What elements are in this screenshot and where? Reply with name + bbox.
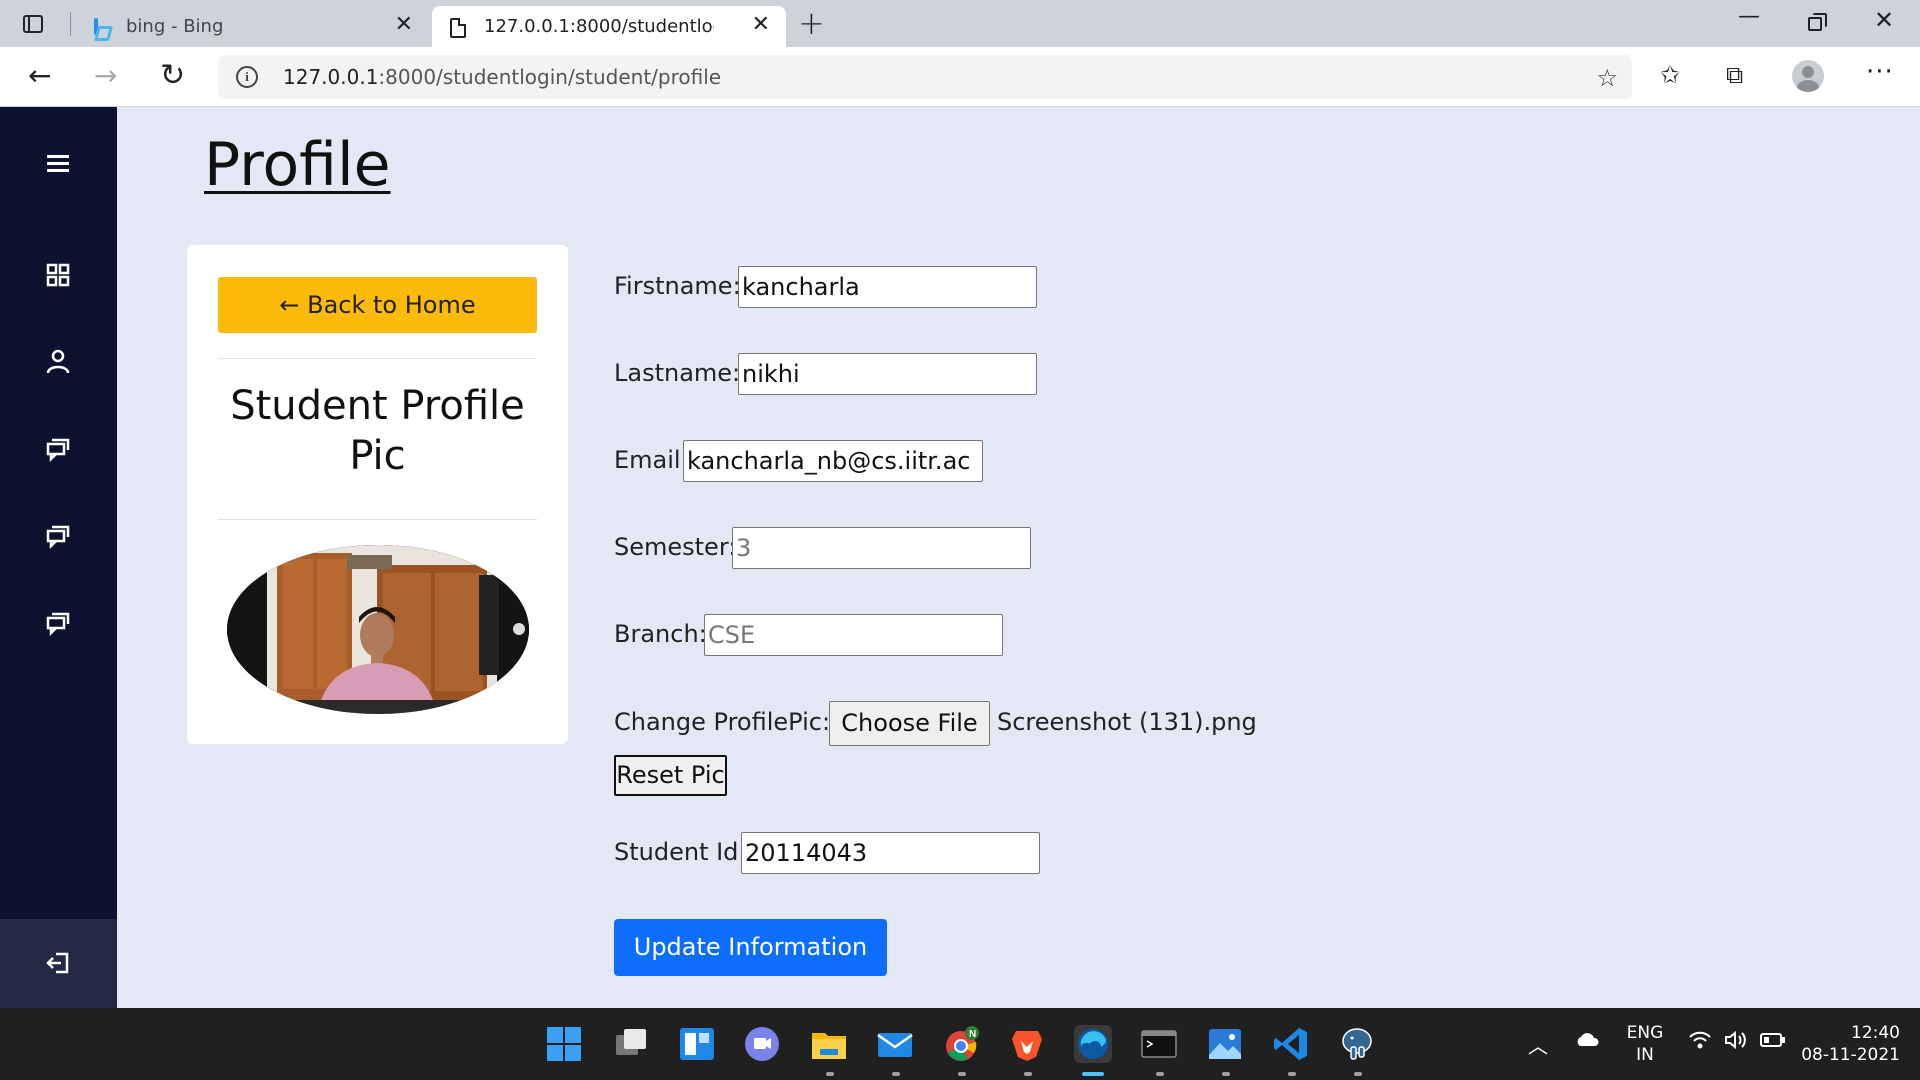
running-indicator: [1354, 1072, 1362, 1076]
page-favicon-icon: [450, 18, 468, 38]
chrome-icon[interactable]: N: [942, 1025, 980, 1063]
brave-icon[interactable]: [1008, 1025, 1046, 1063]
reload-icon[interactable]: ↻: [160, 61, 185, 91]
language-code: ENG: [1626, 1023, 1664, 1043]
lastname-label-text: Lastname:: [614, 359, 741, 387]
change-pic-label-text: Change ProfilePic:: [614, 708, 831, 736]
running-indicator: [1024, 1072, 1032, 1076]
clock[interactable]: 12:40 08-11-2021: [1800, 1022, 1900, 1066]
favorites-icon[interactable]: ✩: [1660, 61, 1680, 89]
semester-input[interactable]: 3: [732, 527, 1031, 569]
menu-icon[interactable]: [44, 149, 72, 177]
restore-icon[interactable]: [1808, 13, 1827, 31]
firstname-label-text: Firstname:: [614, 272, 741, 300]
window-close-icon[interactable]: ✕: [1874, 6, 1894, 34]
card-title: Student Profile Pic: [230, 383, 525, 479]
back-to-home-button[interactable]: ← Back to Home: [218, 277, 537, 333]
site-info-icon[interactable]: i: [236, 66, 258, 88]
teams-chat-icon[interactable]: [743, 1025, 781, 1063]
add-favorite-icon[interactable]: ☆: [1596, 64, 1618, 92]
browser-toolbar: ← → ↻ i 127.0.0.1:8000/studentlogin/stud…: [0, 47, 1920, 107]
edge-icon[interactable]: [1074, 1025, 1112, 1063]
logout-icon[interactable]: [44, 949, 72, 977]
back-arrow-icon[interactable]: ←: [28, 61, 51, 91]
tab-profile[interactable]: 127.0.0.1:8000/studentlogin/student/prof…: [432, 6, 786, 47]
bing-favicon-icon: [92, 18, 110, 36]
language-indicator[interactable]: ENG IN: [1622, 1022, 1668, 1066]
update-information-button[interactable]: Update Information: [614, 919, 887, 976]
chat-icon[interactable]: [44, 608, 72, 637]
vscode-icon[interactable]: [1272, 1025, 1310, 1063]
tab-separator: [70, 12, 71, 36]
branch-label-text: Branch:: [614, 620, 707, 648]
url-host: 127.0.0.1: [283, 65, 379, 89]
student-id-input[interactable]: 20114043: [741, 832, 1040, 874]
url-path: :8000/studentlogin/student/profile: [378, 65, 722, 89]
tab-bing[interactable]: bing - Bing ✕: [74, 6, 429, 47]
divider: [218, 519, 537, 520]
logout-area: [0, 919, 117, 1008]
student-id-label-text: Student Id:: [614, 838, 747, 866]
more-options-icon[interactable]: ···: [1866, 57, 1894, 87]
region-code: IN: [1636, 1045, 1654, 1065]
volume-icon[interactable]: [1724, 1030, 1750, 1055]
email-input[interactable]: kancharla_nb@cs.iitr.ac: [683, 440, 983, 482]
minimize-icon[interactable]: —: [1738, 4, 1760, 29]
running-indicator: [892, 1072, 900, 1076]
chat-icon[interactable]: [44, 521, 72, 550]
reset-pic-button[interactable]: Reset Pic: [614, 755, 727, 796]
chat-icon[interactable]: [44, 434, 72, 463]
collections-icon[interactable]: ⧉: [1726, 61, 1743, 89]
running-indicator: [1288, 1072, 1296, 1076]
close-tab-icon[interactable]: ✕: [752, 14, 770, 36]
running-indicator: [1222, 1072, 1230, 1076]
onedrive-icon[interactable]: [1574, 1030, 1600, 1053]
semester-label-text: Semester:: [614, 533, 737, 561]
firstname-input[interactable]: kancharla: [738, 266, 1037, 308]
tab-title: 127.0.0.1:8000/studentlogin/student/prof…: [484, 16, 714, 37]
new-tab-icon[interactable]: +: [798, 6, 825, 40]
profile-pic-card: ← Back to Home Student Profile Pic: [187, 245, 568, 744]
browser-tab-bar: bing - Bing ✕ 127.0.0.1:8000/studentlogi…: [0, 0, 1920, 47]
running-indicator: [826, 1072, 834, 1076]
photos-icon[interactable]: [1206, 1025, 1244, 1063]
widgets-icon[interactable]: [678, 1025, 716, 1063]
email-label-text: Email:: [614, 446, 689, 474]
choose-file-button[interactable]: Choose File: [829, 701, 990, 746]
running-indicator: [1156, 1072, 1164, 1076]
postgres-icon[interactable]: [1338, 1025, 1376, 1063]
forward-arrow-icon[interactable]: →: [94, 61, 117, 91]
profile-picture: [227, 545, 529, 714]
file-explorer-icon[interactable]: [810, 1025, 848, 1063]
task-view-icon[interactable]: [612, 1025, 650, 1063]
svg-text:N: N: [969, 1029, 976, 1040]
branch-input[interactable]: CSE: [704, 614, 1003, 656]
wifi-icon[interactable]: [1688, 1030, 1712, 1055]
mail-icon[interactable]: [876, 1025, 914, 1063]
sidebar: [0, 107, 117, 1008]
tab-actions-icon[interactable]: [18, 10, 46, 38]
url-text[interactable]: 127.0.0.1:8000/studentlogin/student/prof…: [283, 65, 721, 89]
windows-start-icon[interactable]: [545, 1025, 583, 1063]
tab-title: bing - Bing: [126, 16, 224, 37]
active-app-indicator: [1082, 1072, 1104, 1076]
user-icon[interactable]: [44, 347, 72, 375]
running-indicator: [958, 1072, 966, 1076]
terminal-icon[interactable]: [1140, 1025, 1178, 1063]
divider: [218, 358, 537, 359]
show-hidden-icons-icon[interactable]: ︿: [1528, 1030, 1548, 1059]
close-tab-icon[interactable]: ✕: [395, 14, 413, 36]
clock-time: 12:40: [1851, 1023, 1900, 1043]
clock-date: 08-11-2021: [1801, 1045, 1900, 1065]
page-title: Profile: [204, 130, 391, 200]
dashboard-icon[interactable]: [44, 261, 72, 289]
profile-avatar[interactable]: [1792, 60, 1824, 92]
selected-file-name: Screenshot (131).png: [997, 708, 1257, 736]
battery-icon[interactable]: [1760, 1032, 1786, 1053]
windows-taskbar: N ︿ ENG IN 12:40 08-11-2021: [0, 1008, 1920, 1080]
address-bar[interactable]: i 127.0.0.1:8000/studentlogin/student/pr…: [218, 55, 1632, 99]
lastname-input[interactable]: nikhi: [738, 353, 1037, 395]
